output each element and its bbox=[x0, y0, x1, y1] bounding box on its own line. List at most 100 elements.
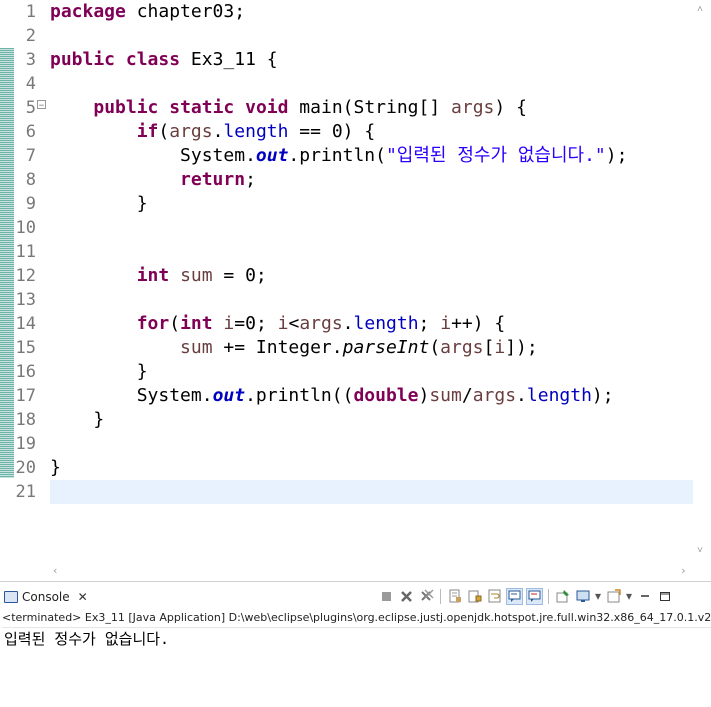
show-console-on-stderr-icon[interactable] bbox=[526, 587, 543, 605]
line-number: 5 bbox=[25, 98, 36, 118]
remove-all-terminated-icon[interactable] bbox=[418, 588, 435, 605]
vertical-scrollbar[interactable]: ˄ ˅ bbox=[693, 0, 711, 563]
code-token: ); bbox=[605, 145, 628, 166]
terminate-icon[interactable] bbox=[378, 588, 395, 605]
console-icon bbox=[4, 591, 18, 603]
code-token: < bbox=[288, 313, 300, 334]
line-number: 9 bbox=[25, 194, 36, 214]
code-token: . bbox=[212, 121, 224, 142]
code-token: args bbox=[169, 121, 213, 142]
code-line[interactable]: } bbox=[50, 456, 61, 480]
dropdown-arrow-icon[interactable]: ▾ bbox=[594, 588, 602, 605]
open-console-icon[interactable] bbox=[605, 588, 622, 605]
code-token: ( bbox=[429, 337, 441, 358]
console-tab[interactable]: Console ✕ bbox=[4, 587, 88, 607]
code-line[interactable]: } bbox=[50, 360, 148, 384]
dropdown-arrow-icon[interactable]: ▾ bbox=[625, 588, 633, 605]
code-token: i bbox=[277, 313, 289, 334]
code-line[interactable]: package chapter03; bbox=[50, 0, 245, 24]
clear-console-icon[interactable] bbox=[446, 588, 463, 605]
line-number: 10 bbox=[15, 218, 36, 238]
code-token: public bbox=[93, 97, 159, 118]
code-token: class bbox=[125, 49, 181, 70]
code-token: ( bbox=[158, 121, 170, 142]
maximize-icon[interactable] bbox=[656, 588, 673, 605]
code-line[interactable]: public class Ex3_11 { bbox=[50, 48, 278, 72]
code-token: System. bbox=[50, 385, 213, 406]
code-token: chapter03; bbox=[125, 1, 246, 22]
code-token: } bbox=[50, 409, 105, 430]
line-number: 16 bbox=[15, 362, 36, 382]
code-line[interactable]: } bbox=[50, 192, 148, 216]
line-number: 4 bbox=[25, 74, 36, 94]
code-token: } bbox=[50, 193, 148, 214]
scroll-right-icon[interactable]: › bbox=[680, 564, 687, 577]
line-number: 3 bbox=[25, 50, 36, 70]
line-number: 12 bbox=[15, 266, 36, 286]
code-token: ); bbox=[591, 385, 614, 406]
code-token: static bbox=[169, 97, 235, 118]
console-toolbar: ▾ ▾ bbox=[378, 587, 673, 605]
code-line[interactable]: System.out.println((double)sum/args.leng… bbox=[50, 384, 614, 408]
code-token: } bbox=[50, 457, 61, 478]
code-line[interactable]: int sum = 0; bbox=[50, 264, 267, 288]
code-token: += Integer. bbox=[212, 337, 343, 358]
line-number: 21 bbox=[15, 482, 36, 502]
code-token: i bbox=[440, 313, 452, 334]
code-token: if bbox=[136, 121, 159, 142]
scroll-left-icon[interactable]: ‹ bbox=[52, 564, 59, 577]
code-token: "입력된 정수가 없습니다." bbox=[385, 145, 606, 166]
code-token: i bbox=[223, 313, 235, 334]
code-token: length bbox=[353, 313, 419, 334]
code-token: / bbox=[461, 385, 473, 406]
scroll-lock-icon[interactable] bbox=[466, 588, 483, 605]
code-line[interactable]: } bbox=[50, 408, 104, 432]
code-token: Ex3_11 { bbox=[180, 49, 278, 70]
code-token: length bbox=[223, 121, 289, 142]
remove-launch-icon[interactable] bbox=[398, 588, 415, 605]
code-line[interactable]: if(args.length == 0) { bbox=[50, 120, 375, 144]
code-line[interactable]: for(int i=0; i<args.length; i++) { bbox=[50, 312, 506, 336]
code-line[interactable]: System.out.println("입력된 정수가 없습니다."); bbox=[50, 144, 627, 168]
line-number: 14 bbox=[15, 314, 36, 334]
code-token: i bbox=[494, 337, 506, 358]
code-token: =0; bbox=[234, 313, 278, 334]
code-token: sum bbox=[180, 337, 213, 358]
code-token: void bbox=[245, 97, 289, 118]
code-token: out bbox=[212, 385, 246, 406]
code-token: for bbox=[136, 313, 170, 334]
line-number: 8 bbox=[25, 170, 36, 190]
code-token: } bbox=[50, 361, 148, 382]
code-token: main(String[] bbox=[288, 97, 452, 118]
console-tab-bar: Console ✕ ▾ ▾ bbox=[0, 582, 711, 609]
code-token: ; bbox=[418, 313, 441, 334]
line-number: 13 bbox=[15, 290, 36, 310]
code-line[interactable]: sum += Integer.parseInt(args[i]); bbox=[50, 336, 538, 360]
console-output[interactable]: 입력된 정수가 없습니다. bbox=[2, 627, 711, 707]
pin-console-icon[interactable] bbox=[554, 588, 571, 605]
fold-collapse-icon[interactable]: − bbox=[37, 100, 46, 111]
close-icon[interactable]: ✕ bbox=[78, 590, 88, 604]
toolbar-separator bbox=[548, 588, 549, 604]
word-wrap-icon[interactable] bbox=[486, 588, 503, 605]
scroll-up-icon[interactable]: ˄ bbox=[697, 4, 703, 16]
code-token: parseInt bbox=[342, 337, 430, 358]
show-console-on-stdout-icon[interactable] bbox=[506, 587, 523, 605]
minimize-icon[interactable] bbox=[636, 588, 653, 605]
display-selected-console-icon[interactable] bbox=[574, 588, 591, 605]
code-area[interactable]: package chapter03; public class Ex3_11 { … bbox=[50, 0, 693, 563]
code-line[interactable]: return; bbox=[50, 168, 256, 192]
scroll-down-icon[interactable]: ˅ bbox=[697, 545, 703, 557]
line-number-ruler: − 1 2 3 4 5 6 7 8 9 10 11 12 13 14 15 16 17 18 19 20 21 bbox=[0, 0, 48, 563]
line-number: 11 bbox=[15, 242, 36, 262]
code-line[interactable]: public static void main(String[] args) { bbox=[50, 96, 527, 120]
horizontal-scrollbar[interactable]: ‹ › bbox=[48, 563, 693, 578]
console-status-line: <terminated> Ex3_11 [Java Application] D… bbox=[2, 611, 711, 624]
line-number: 2 bbox=[25, 26, 36, 46]
code-editor[interactable]: − 1 2 3 4 5 6 7 8 9 10 11 12 13 14 15 16 17 18 19 20 21 pack… bbox=[0, 0, 711, 578]
